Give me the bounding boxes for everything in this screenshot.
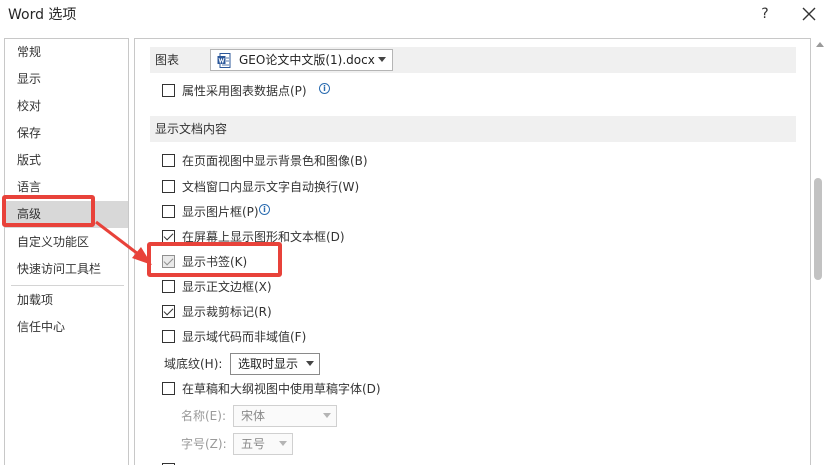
scroll-up-arrow-icon[interactable] xyxy=(816,42,824,47)
option-label: 显示图片框(P) xyxy=(182,205,259,219)
sidebar-item-display[interactable]: 显示 xyxy=(5,66,128,93)
close-icon xyxy=(802,7,816,21)
window-title: Word 选项 xyxy=(8,7,77,23)
sidebar-item-general[interactable]: 常规 xyxy=(5,39,128,66)
field-shading-select[interactable]: 选取时显示 xyxy=(230,353,320,375)
option-label: 文档窗口内显示文字自动换行(W) xyxy=(182,180,360,194)
sidebar-divider xyxy=(11,285,124,286)
checkbox[interactable] xyxy=(162,84,175,97)
checkbox[interactable] xyxy=(162,180,175,193)
close-button[interactable] xyxy=(796,2,822,26)
sidebar-item-quick-access-toolbar[interactable]: 快速访问工具栏 xyxy=(5,256,128,283)
option-label: 属性采用图表数据点(P) xyxy=(182,84,307,98)
chart-section-label: 图表 xyxy=(155,53,180,67)
chart-section-header: 图表 GEO论文中文版(1).docx xyxy=(150,47,796,73)
option-label: 在页面视图中显示背景色和图像(B) xyxy=(182,154,368,168)
sidebar-item-typography[interactable]: 版式 xyxy=(5,147,128,174)
draft-font-size-value: 五号 xyxy=(241,437,266,451)
sidebar-item-trust-center[interactable]: 信任中心 xyxy=(5,314,128,341)
info-icon: i xyxy=(319,83,330,94)
display-section-header: 显示文档内容 xyxy=(150,116,796,142)
chevron-down-icon xyxy=(323,413,331,418)
title-bar: Word 选项 ? xyxy=(0,0,832,30)
checkbox[interactable] xyxy=(162,154,175,167)
word-doc-icon xyxy=(217,53,231,68)
chevron-down-icon xyxy=(279,441,287,446)
draft-font-name-value: 宋体 xyxy=(241,409,266,423)
sidebar-item-add-ins[interactable]: 加载项 xyxy=(5,287,128,314)
help-button[interactable]: ? xyxy=(754,3,776,25)
highlight-advanced xyxy=(2,195,95,227)
option-label: 显示正文边框(X) xyxy=(182,280,272,294)
sidebar-item-customize-ribbon[interactable]: 自定义功能区 xyxy=(5,229,128,256)
chevron-down-icon xyxy=(306,361,314,366)
field-shading-label: 域底纹(H): xyxy=(164,357,223,371)
option-label: 显示裁剪标记(R) xyxy=(182,305,272,319)
sidebar-item-save[interactable]: 保存 xyxy=(5,120,128,147)
category-sidebar: 常规 显示 校对 保存 版式 语言 高级 自定义功能区 快速访问工具栏 加载项 … xyxy=(4,38,129,465)
draft-font-size-select[interactable]: 五号 xyxy=(233,433,293,455)
draft-font-size-label: 字号(Z): xyxy=(181,437,227,451)
sidebar-item-proofing[interactable]: 校对 xyxy=(5,93,128,120)
checkbox[interactable] xyxy=(162,330,175,343)
vertical-scrollbar[interactable] xyxy=(812,38,828,465)
option-label: 在草稿和大纲视图中使用草稿字体(D) xyxy=(182,382,381,396)
checkbox[interactable] xyxy=(162,205,175,218)
draft-font-name-select[interactable]: 宋体 xyxy=(233,405,337,427)
info-icon: i xyxy=(259,204,270,215)
checkbox-checked[interactable] xyxy=(162,305,175,318)
checkbox[interactable] xyxy=(162,280,175,293)
highlight-show-bookmarks xyxy=(147,242,282,277)
chart-document-name: GEO论文中文版(1).docx xyxy=(239,53,375,67)
option-label: 显示域代码而非域值(F) xyxy=(182,330,307,344)
checkbox[interactable] xyxy=(162,382,175,395)
draft-font-name-label: 名称(E): xyxy=(181,409,226,423)
field-shading-value: 选取时显示 xyxy=(238,357,299,371)
scrollbar-thumb[interactable] xyxy=(814,178,822,280)
chart-document-select[interactable]: GEO论文中文版(1).docx xyxy=(210,49,393,71)
chevron-down-icon xyxy=(378,57,386,62)
